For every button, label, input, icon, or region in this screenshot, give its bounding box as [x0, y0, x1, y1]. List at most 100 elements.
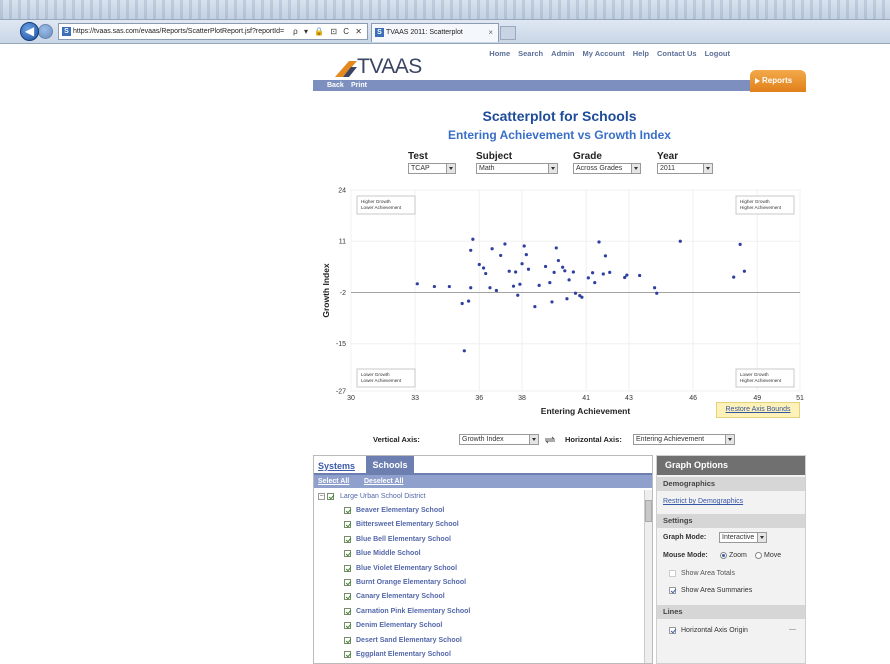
deselect-all-link[interactable]: Deselect All — [364, 475, 403, 488]
data-point[interactable] — [514, 270, 518, 274]
restore-axis-bounds-button[interactable]: Restore Axis Bounds — [716, 402, 800, 418]
data-point[interactable] — [522, 244, 526, 248]
checkbox-checked-icon[interactable] — [344, 579, 351, 586]
reports-tab[interactable]: Reports — [750, 70, 806, 92]
district-row[interactable]: − Large Urban School District — [318, 491, 426, 503]
data-point[interactable] — [550, 300, 554, 304]
vertical-axis-select[interactable]: Growth Index — [459, 434, 539, 445]
data-point[interactable] — [469, 286, 473, 290]
show-area-summaries-checkbox[interactable] — [669, 587, 676, 594]
data-point[interactable] — [469, 248, 473, 252]
checkbox-checked-icon[interactable] — [344, 507, 351, 514]
school-list-item[interactable]: Desert Sand Elementary School — [344, 635, 462, 647]
data-point[interactable] — [678, 239, 682, 243]
zoom-radio[interactable] — [720, 552, 727, 559]
data-point[interactable] — [552, 270, 556, 274]
data-point[interactable] — [466, 299, 471, 303]
data-point[interactable] — [593, 281, 597, 285]
horizontal-axis-select[interactable]: Entering Achievement — [633, 434, 735, 445]
school-list-item[interactable]: Blue Middle School — [344, 548, 421, 560]
data-point[interactable] — [543, 264, 548, 269]
data-point[interactable] — [601, 272, 605, 276]
data-point[interactable] — [518, 282, 522, 286]
move-radio[interactable] — [755, 552, 762, 559]
show-area-totals-checkbox[interactable] — [669, 570, 676, 577]
data-point[interactable] — [597, 240, 601, 244]
data-point[interactable] — [503, 242, 507, 246]
back-link[interactable]: Back — [327, 80, 344, 91]
data-point[interactable] — [565, 297, 569, 301]
data-point[interactable] — [499, 253, 503, 258]
tab-schools[interactable]: Schools — [366, 456, 414, 475]
subject-select[interactable]: Math — [476, 163, 558, 174]
data-point[interactable] — [432, 284, 436, 289]
checkbox-checked-icon[interactable] — [344, 622, 351, 630]
forward-arrow-icon[interactable] — [38, 24, 53, 39]
data-point[interactable] — [526, 267, 531, 271]
address-bar[interactable]: S https://tvaas.sas.com/evaas/Reports/Sc… — [58, 23, 368, 40]
new-tab-button[interactable] — [500, 26, 516, 40]
checkbox-checked-icon[interactable] — [344, 535, 351, 543]
data-point[interactable] — [732, 275, 736, 279]
data-point[interactable] — [653, 286, 657, 290]
grade-select[interactable]: Across Grades — [573, 163, 641, 174]
tab-systems[interactable]: Systems — [318, 461, 355, 471]
nav-help[interactable]: Help — [633, 49, 649, 58]
checkbox-checked-icon[interactable] — [344, 651, 351, 658]
data-point[interactable] — [511, 284, 516, 288]
checkbox-checked-icon[interactable] — [344, 607, 351, 615]
nav-admin[interactable]: Admin — [551, 49, 574, 58]
school-list-item[interactable]: Denim Elementary School — [344, 620, 442, 632]
school-list-item[interactable]: Canary Elementary School — [344, 591, 445, 603]
data-point[interactable] — [554, 246, 558, 250]
checkbox-checked-icon[interactable] — [344, 593, 351, 601]
print-link[interactable]: Print — [351, 80, 367, 91]
data-point[interactable] — [548, 281, 552, 285]
school-list-item[interactable]: Bittersweet Elementary School — [344, 519, 459, 531]
data-point[interactable] — [556, 258, 560, 263]
data-point[interactable] — [477, 262, 481, 267]
checkbox-checked-icon[interactable] — [344, 636, 351, 644]
data-point[interactable] — [481, 266, 486, 270]
data-point[interactable] — [462, 349, 466, 353]
data-point[interactable] — [516, 293, 520, 297]
data-point[interactable] — [625, 273, 629, 277]
school-list-item[interactable]: Blue Bell Elementary School — [344, 534, 451, 546]
data-point[interactable] — [563, 269, 567, 273]
data-point[interactable] — [533, 305, 537, 309]
back-arrow-icon[interactable]: ◀ — [20, 22, 39, 41]
data-point[interactable] — [571, 270, 575, 274]
school-list-item[interactable]: Eggplant Elementary School — [344, 649, 451, 661]
horizontal-axis-origin-checkbox[interactable] — [669, 627, 676, 634]
data-point[interactable] — [537, 283, 541, 287]
nav-home[interactable]: Home — [489, 49, 510, 58]
data-point[interactable] — [742, 269, 747, 273]
data-point[interactable] — [638, 273, 642, 278]
data-point[interactable] — [507, 269, 511, 273]
school-list-item[interactable]: Blue Violet Elementary School — [344, 563, 457, 575]
data-point[interactable] — [567, 278, 571, 282]
data-point[interactable] — [573, 291, 578, 295]
restrict-demographics-link[interactable]: Restrict by Demographics — [663, 498, 743, 505]
year-select[interactable]: 2011 — [657, 163, 713, 174]
data-point[interactable] — [520, 262, 524, 266]
scatterplot-area[interactable]: 30 33 36 38 41 43 46 49 51 24 11 -2 -15 -27 Entering A… — [313, 182, 806, 422]
data-point[interactable] — [608, 270, 612, 274]
scatterplot-svg[interactable]: 30 33 36 38 41 43 46 49 51 24 11 -2 -15 -27 Entering A… — [313, 182, 806, 422]
data-point[interactable] — [484, 271, 488, 276]
list-scrollbar[interactable] — [644, 490, 652, 663]
plot-background[interactable] — [350, 189, 801, 392]
school-list-item[interactable]: Beaver Elementary School — [344, 505, 444, 517]
checkbox-checked-icon[interactable] — [344, 550, 351, 558]
checkbox-checked-icon[interactable] — [327, 493, 334, 500]
swap-axes-icon[interactable] — [544, 436, 556, 444]
address-bar-icons[interactable]: ρ ▾ 🔒 ⊡ C ✕ — [293, 24, 364, 39]
data-point[interactable] — [655, 291, 659, 295]
data-point[interactable] — [561, 265, 565, 269]
data-point[interactable] — [471, 237, 475, 241]
nav-my-account[interactable]: My Account — [583, 49, 625, 58]
data-point[interactable] — [591, 271, 595, 275]
data-point[interactable] — [738, 242, 742, 246]
data-point[interactable] — [580, 295, 584, 299]
data-point[interactable] — [415, 282, 419, 286]
